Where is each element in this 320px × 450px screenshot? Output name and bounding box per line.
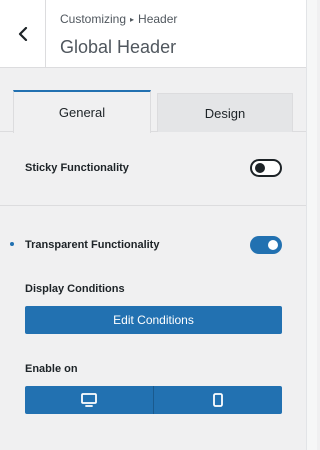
desktop-icon [81,393,97,407]
edit-conditions-label: Edit Conditions [113,313,194,327]
tab-general[interactable]: General [13,90,151,133]
mobile-device-button[interactable] [153,386,282,414]
sticky-functionality-toggle[interactable] [250,159,282,177]
header-text: Customizing ▸ Header Global Header [60,12,177,58]
sticky-functionality-label: Sticky Functionality [25,162,129,174]
customizer-panel: Customizing ▸ Header Global Header General… [0,0,306,450]
page-title: Global Header [60,37,177,57]
device-toggle-group [25,386,282,414]
panel-header: Customizing ▸ Header Global Header [0,0,306,68]
chevron-left-icon [18,27,27,41]
tab-design-label: Design [204,105,246,121]
desktop-device-button[interactable] [25,386,153,414]
breadcrumb-current: Header [138,12,178,26]
sticky-functionality-row: Sticky Functionality [0,133,306,206]
edit-conditions-button[interactable]: Edit Conditions [25,306,282,334]
enable-on-label: Enable on [25,363,78,375]
tab-design[interactable]: Design [157,93,293,132]
transparent-functionality-toggle[interactable] [250,236,282,254]
tab-bar: General Design [0,90,306,133]
tab-general-label: General [58,105,106,120]
breadcrumb-parent: Customizing [60,12,127,26]
display-conditions-label: Display Conditions [25,283,125,295]
toggle-knob [268,240,278,250]
breadcrumb: Customizing ▸ Header [60,12,177,28]
mobile-icon [213,393,223,407]
back-button[interactable] [0,0,46,68]
transparent-functionality-label: Transparent Functionality [25,239,160,251]
toggle-knob [255,163,265,173]
breadcrumb-separator-icon: ▸ [130,15,135,24]
modified-indicator-dot [10,242,14,246]
scrollbar[interactable] [306,0,317,450]
